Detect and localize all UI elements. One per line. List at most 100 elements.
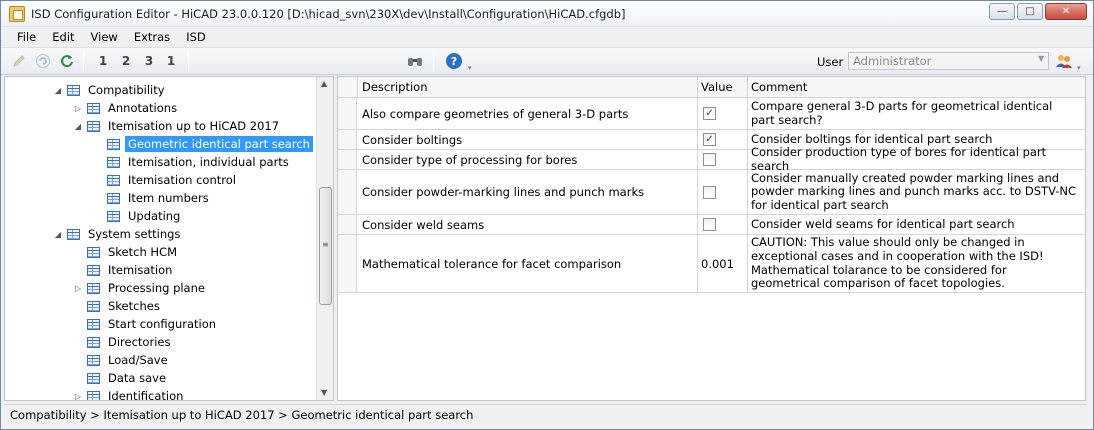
setting-value[interactable]: ✓ <box>697 130 747 149</box>
setting-checkbox[interactable] <box>703 153 716 166</box>
row-header[interactable] <box>338 98 357 129</box>
menu-isd[interactable]: ISD <box>178 30 214 44</box>
tree-node-label: Identification <box>108 389 184 401</box>
undo-icon[interactable] <box>35 53 51 69</box>
setting-checkbox[interactable]: ✓ <box>703 133 716 146</box>
row-header[interactable] <box>338 130 357 149</box>
menu-view[interactable]: View <box>83 30 126 44</box>
tree-node-label: Load/Save <box>108 353 168 367</box>
tree-node-updating[interactable]: Updating <box>93 207 183 225</box>
setting-checkbox[interactable]: ✓ <box>703 107 716 120</box>
tree-node-compatibility[interactable]: ◢ Compatibility <box>53 81 168 99</box>
collapsed-icon[interactable]: ▷ <box>73 284 83 293</box>
menu-edit[interactable]: Edit <box>44 30 82 44</box>
row-header[interactable] <box>338 215 357 234</box>
tree-node-identification[interactable]: ▷ Identification <box>73 387 186 401</box>
tree-node-annotations[interactable]: ▷ Annotations <box>73 99 180 117</box>
toolbar-overflow-icon[interactable]: ▾ <box>1077 64 1081 72</box>
table-row[interactable]: Consider powder-marking lines and punch … <box>338 170 1085 215</box>
setting-checkbox[interactable] <box>703 218 716 231</box>
setting-value[interactable] <box>697 170 747 214</box>
setting-description: Consider powder-marking lines and punch … <box>362 185 645 199</box>
setting-value[interactable] <box>697 150 747 169</box>
breadcrumb: Compatibility > Itemisation up to HiCAD … <box>10 408 474 422</box>
tree-node-label: Annotations <box>108 101 178 115</box>
tree-node-item-numbers[interactable]: Item numbers <box>93 189 212 207</box>
setting-value[interactable]: ✓ <box>697 98 747 129</box>
table-row[interactable]: Mathematical tolerance for facet compari… <box>338 235 1085 293</box>
column-header-value[interactable]: Value <box>701 80 733 94</box>
numbering-4-icon[interactable]: 1 <box>163 53 179 69</box>
menu-extras[interactable]: Extras <box>126 30 178 44</box>
scroll-down-icon[interactable]: ▼ <box>321 388 327 397</box>
table-icon <box>87 354 100 366</box>
tree-node-sketches[interactable]: Sketches <box>73 297 163 315</box>
menu-file[interactable]: File <box>9 30 44 44</box>
tree-node-label: Sketches <box>108 299 160 313</box>
setting-checkbox[interactable] <box>703 185 716 199</box>
expanded-icon[interactable]: ◢ <box>73 122 83 131</box>
table-icon <box>107 210 120 222</box>
help-icon[interactable]: ? <box>446 53 462 69</box>
tree-scrollbar[interactable]: ▲ ≡ ▼ <box>316 77 333 400</box>
tree-node-label: Start configuration <box>108 317 217 331</box>
setting-value[interactable]: 0.001 <box>697 235 747 292</box>
tree-node-geometric-identical-part-search[interactable]: Geometric identical part search <box>93 135 313 153</box>
collapsed-icon[interactable]: ▷ <box>73 104 83 113</box>
row-header[interactable] <box>338 235 357 292</box>
column-divider <box>357 77 358 98</box>
edit-icon[interactable] <box>11 53 27 69</box>
users-icon[interactable] <box>1055 52 1073 70</box>
refresh-icon[interactable] <box>59 53 75 69</box>
table-row[interactable]: Also compare geometries of general 3-D p… <box>338 98 1085 130</box>
scrollbar-thumb[interactable]: ≡ <box>319 187 332 305</box>
setting-value[interactable] <box>697 215 747 234</box>
maximize-button[interactable]: □ <box>1017 3 1043 20</box>
table-row[interactable]: Consider weld seams Consider weld seams … <box>338 215 1085 235</box>
tree-node-directories[interactable]: Directories <box>73 333 173 351</box>
expanded-icon[interactable]: ◢ <box>53 230 63 239</box>
row-header[interactable] <box>338 170 357 214</box>
column-header-comment[interactable]: Comment <box>751 80 807 94</box>
chevron-down-icon[interactable]: ▼ <box>1038 54 1044 63</box>
tree-node-label: System settings <box>88 227 181 241</box>
tree-node-itemisation-2017[interactable]: ◢ Itemisation up to HiCAD 2017 <box>73 117 282 135</box>
tree-node-sketch-hcm[interactable]: Sketch HCM <box>73 243 180 261</box>
status-bar: Compatibility > Itemisation up to HiCAD … <box>4 404 1087 424</box>
tree-node-processing-plane[interactable]: ▷ Processing plane <box>73 279 208 297</box>
toolbar: 1 2 3 1 ? ▾ User ▼ ▾ <box>1 47 1093 75</box>
tree-node-label: Processing plane <box>108 281 205 295</box>
column-header-description[interactable]: Description <box>362 80 428 94</box>
application-window: ISD Configuration Editor - HiCAD 23.0.0.… <box>0 0 1094 430</box>
numbering-3-icon[interactable]: 3 <box>141 53 157 69</box>
column-divider[interactable] <box>697 77 698 98</box>
table-icon <box>87 390 100 400</box>
tree-node-system-settings[interactable]: ◢ System settings <box>53 225 183 243</box>
minimize-button[interactable]: — <box>989 3 1015 20</box>
scroll-up-icon[interactable]: ▲ <box>321 79 327 88</box>
tree-node-load-save[interactable]: Load/Save <box>73 351 171 369</box>
expanded-icon[interactable]: ◢ <box>53 86 63 95</box>
close-button[interactable]: ✕ <box>1045 3 1087 20</box>
grip-icon: ≡ <box>322 240 329 249</box>
numbering-1-icon[interactable]: 1 <box>95 53 111 69</box>
menu-bar: File Edit View Extras ISD <box>1 27 1093 47</box>
tree-node-start-configuration[interactable]: Start configuration <box>73 315 219 333</box>
collapsed-icon[interactable]: ▷ <box>73 392 83 401</box>
toolbar-separator <box>433 52 434 72</box>
tree-node-data-save[interactable]: Data save <box>73 369 169 387</box>
row-header[interactable] <box>338 150 357 169</box>
setting-description: Consider boltings <box>362 132 463 147</box>
tree-node-itemisation-individual-parts[interactable]: Itemisation, individual parts <box>93 153 292 171</box>
column-divider[interactable] <box>747 77 748 98</box>
tree-node-label: Itemisation, individual parts <box>128 155 289 169</box>
title-bar: ISD Configuration Editor - HiCAD 23.0.0.… <box>1 1 1093 27</box>
find-icon[interactable] <box>407 53 423 69</box>
tree-node-itemisation-control[interactable]: Itemisation control <box>93 171 239 189</box>
user-field[interactable] <box>848 52 1049 70</box>
table-icon <box>107 174 120 186</box>
tree-node-itemisation[interactable]: Itemisation <box>73 261 175 279</box>
toolbar-overflow-icon[interactable]: ▾ <box>468 64 472 72</box>
numbering-2-icon[interactable]: 2 <box>118 53 134 69</box>
table-row[interactable]: Consider type of processing for bores Co… <box>338 145 1085 172</box>
